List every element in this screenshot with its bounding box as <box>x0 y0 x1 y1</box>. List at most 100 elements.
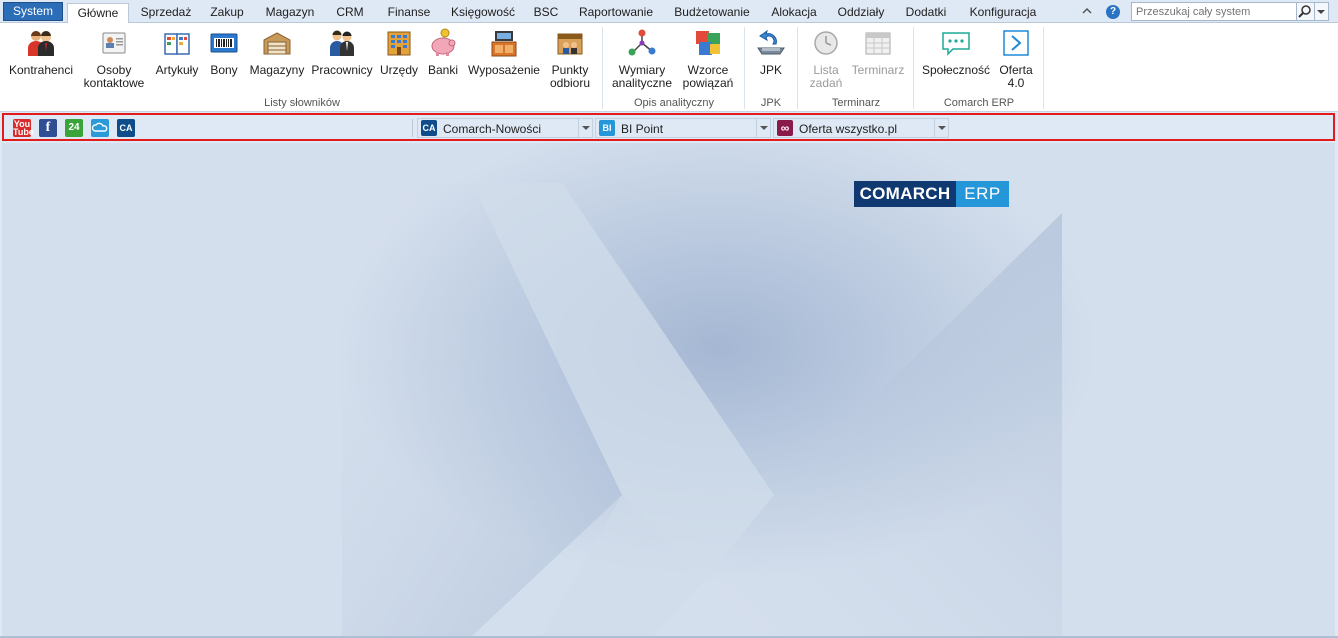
oferta-wszystko-combo[interactable]: ∞ Oferta wszystko.pl <box>773 118 949 138</box>
wymiary-analityczne-button[interactable]: Wymiary analityczne <box>610 28 674 90</box>
tab-crm[interactable]: CRM <box>328 3 372 23</box>
comarch-nowosci-combo[interactable]: CA Comarch-Nowości <box>417 118 593 138</box>
comarch-news-icon: CA <box>421 120 437 136</box>
artykuly-label: Artykuły <box>155 63 199 77</box>
bi-point-combo[interactable]: BI BI Point <box>595 118 771 138</box>
clock-icon <box>814 31 838 55</box>
facebook-icon[interactable]: f <box>39 119 57 137</box>
tab-sprzedaz[interactable]: Sprzedaż <box>136 3 196 23</box>
jpk-button[interactable]: JPK <box>752 28 790 77</box>
search-input[interactable] <box>1131 2 1297 21</box>
background-graphic <box>2 143 1335 636</box>
employees-icon <box>330 30 354 56</box>
wzorce-label-2: powiązań <box>682 76 734 90</box>
magazyny-label: Magazyny <box>249 63 305 77</box>
osoby-kontaktowe-button[interactable]: Osoby kontaktowe <box>79 28 149 90</box>
warehouse-icon <box>263 32 291 55</box>
comarch-apps-icon[interactable]: CA <box>117 119 135 137</box>
analytic-dimensions-icon <box>628 29 656 56</box>
chevron-down-icon[interactable] <box>756 119 770 137</box>
calendar-icon <box>865 32 891 55</box>
tab-oddzialy[interactable]: Oddziały <box>831 3 891 23</box>
toolbar-separator <box>412 119 413 137</box>
piggy-bank-icon <box>431 28 456 56</box>
kontrahenci-button[interactable]: Kontrahenci <box>6 28 76 77</box>
jpk-export-icon <box>757 29 785 55</box>
lista-label-2: zadań <box>809 76 843 90</box>
magazyny-button[interactable]: Magazyny <box>248 28 306 77</box>
spolecznosc-label: Społeczność <box>921 63 991 77</box>
urzedy-label: Urzędy <box>379 63 418 77</box>
chevron-down-icon[interactable] <box>934 119 948 137</box>
ribbon-tab-bar: System Główne Sprzedaż Zakup Magazyn CRM… <box>0 0 1338 24</box>
group-separator <box>913 27 914 109</box>
kontrahenci-label: Kontrahenci <box>8 63 74 77</box>
bi-point-label: BI Point <box>621 122 664 136</box>
group-label-comarch: Comarch ERP <box>943 97 1015 109</box>
chevron-down-icon[interactable] <box>578 119 592 137</box>
tab-konfiguracja[interactable]: Konfiguracja <box>962 3 1044 23</box>
oferta-button[interactable]: Oferta 4.0 <box>996 28 1036 90</box>
search-button[interactable] <box>1297 2 1315 21</box>
group-label-listy: Listy słowników <box>264 97 340 109</box>
community-chat-icon <box>942 32 970 56</box>
wyposazenie-label: Wyposażenie <box>468 63 540 77</box>
group-label-jpk: JPK <box>760 97 782 109</box>
logo-comarch-text: COMARCH <box>854 181 956 207</box>
tab-finanse[interactable]: Finanse <box>380 3 438 23</box>
tab-zakup[interactable]: Zakup <box>203 3 251 23</box>
osoby-label-2: kontaktowe <box>83 76 145 90</box>
artykuly-button[interactable]: Artykuły <box>153 28 201 77</box>
oferta-wszystko-label: Oferta wszystko.pl <box>799 122 898 136</box>
voucher-icon <box>210 33 238 53</box>
p24-icon[interactable]: 24 <box>65 119 83 137</box>
tab-raportowanie[interactable]: Raportowanie <box>572 3 660 23</box>
terminarz-button[interactable]: Terminarz <box>850 28 906 77</box>
wzorce-label-1: Wzorce <box>687 63 729 77</box>
bony-button[interactable]: Bony <box>206 28 242 77</box>
lista-label-1: Lista <box>813 63 839 77</box>
lista-zadan-button[interactable]: Lista zadań <box>806 28 846 90</box>
search-icon <box>1298 5 1311 18</box>
tab-budzetowanie[interactable]: Budżetowanie <box>668 3 756 23</box>
articles-book-icon <box>164 33 190 55</box>
relation-patterns-icon <box>696 31 720 55</box>
offer-arrow-icon <box>1003 30 1029 56</box>
tab-alokacja[interactable]: Alokacja <box>764 3 824 23</box>
youtube-icon[interactable]: You Tube <box>13 119 34 137</box>
group-separator <box>602 27 603 109</box>
banki-button[interactable]: Banki <box>424 28 462 77</box>
tab-ksiegowosc[interactable]: Księgowość <box>446 3 520 23</box>
group-label-terminarz: Terminarz <box>831 97 881 109</box>
bi-point-icon: BI <box>599 120 615 136</box>
urzedy-button[interactable]: Urzędy <box>377 28 421 77</box>
oferta-label-2: 4.0 <box>1007 76 1025 90</box>
search-dropdown-button[interactable] <box>1315 2 1329 21</box>
comarch-nowosci-label: Comarch-Nowości <box>443 122 542 136</box>
tab-magazyn[interactable]: Magazyn <box>259 3 321 23</box>
group-separator <box>744 27 745 109</box>
collapse-ribbon-icon[interactable] <box>1081 5 1093 17</box>
group-separator <box>797 27 798 109</box>
tab-system[interactable]: System <box>3 2 63 21</box>
pracownicy-button[interactable]: Pracownicy <box>310 28 374 77</box>
banki-label: Banki <box>427 63 459 77</box>
jpk-label: JPK <box>759 63 782 77</box>
spolecznosc-button[interactable]: Społeczność <box>920 28 992 77</box>
help-icon[interactable]: ? <box>1106 5 1120 19</box>
wyposazenie-button[interactable]: Wyposażenie <box>466 28 542 77</box>
punkty-label-1: Punkty <box>551 63 589 77</box>
bony-label: Bony <box>210 63 238 77</box>
wszystko-logo-icon: ∞ <box>777 120 793 136</box>
punkty-odbioru-button[interactable]: Punkty odbioru <box>546 28 594 90</box>
tab-bsc[interactable]: BSC <box>527 3 565 23</box>
tab-dodatki[interactable]: Dodatki <box>898 3 954 23</box>
pracownicy-label: Pracownicy <box>311 63 373 77</box>
wzorce-powiazan-button[interactable]: Wzorce powiązań <box>678 28 738 90</box>
cloud-icon[interactable] <box>91 119 109 137</box>
youtube-text-2: Tube <box>13 127 34 137</box>
office-building-icon <box>387 31 411 56</box>
tab-glowne[interactable]: Główne <box>67 3 129 24</box>
quick-access-toolbar: You Tube f 24 CA CA Comarch-Nowości BI B… <box>2 113 1335 141</box>
contractors-icon <box>28 31 54 56</box>
